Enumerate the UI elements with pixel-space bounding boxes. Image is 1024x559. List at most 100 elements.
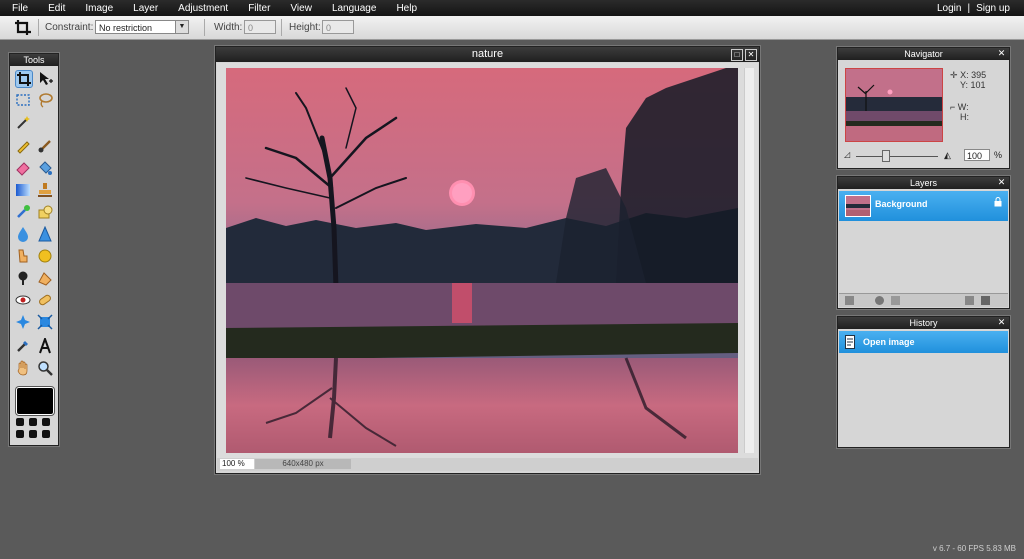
tools-panel: Tools bbox=[9, 53, 59, 446]
options-bar: Constraint: No restriction ▼ Width: 0 He… bbox=[0, 16, 1024, 40]
menu-help[interactable]: Help bbox=[384, 3, 425, 14]
zoom-field[interactable]: 100 % bbox=[220, 459, 254, 469]
swatch-dot bbox=[16, 430, 24, 438]
signup-link[interactable]: Sign up bbox=[976, 3, 1010, 14]
layers-titlebar[interactable]: Layers ✕ bbox=[838, 177, 1009, 189]
color-replace-icon[interactable] bbox=[15, 204, 31, 220]
navigator-thumbnail[interactable] bbox=[845, 68, 943, 142]
dodge-icon[interactable] bbox=[15, 270, 31, 286]
trash-icon[interactable] bbox=[981, 296, 990, 305]
new-layer-icon[interactable] bbox=[965, 296, 974, 305]
canvas-titlebar[interactable]: nature □ ✕ bbox=[216, 47, 759, 62]
layer-thumbnail bbox=[845, 195, 871, 217]
login-link[interactable]: Login bbox=[937, 3, 961, 14]
x-value: 395 bbox=[971, 70, 987, 80]
color-picker-icon[interactable] bbox=[15, 338, 31, 354]
menu-bar: File Edit Image Layer Adjustment Filter … bbox=[0, 0, 1024, 16]
drawing-icon[interactable] bbox=[37, 204, 53, 220]
tools-title: Tools bbox=[10, 54, 58, 66]
spot-heal-icon[interactable] bbox=[37, 292, 53, 308]
vertical-scrollbar[interactable] bbox=[744, 68, 754, 453]
h-label: H: bbox=[960, 112, 969, 122]
menu-layer[interactable]: Layer bbox=[121, 3, 166, 14]
zoom-icon[interactable] bbox=[37, 360, 53, 376]
history-item[interactable]: Open image bbox=[839, 331, 1008, 353]
primary-color-swatch[interactable] bbox=[16, 387, 54, 415]
y-label: Y: bbox=[960, 80, 969, 90]
gradient-icon[interactable] bbox=[15, 182, 31, 198]
zoom-in-icon[interactable]: ◭ bbox=[944, 150, 951, 161]
zoom-slider-handle[interactable] bbox=[882, 150, 890, 162]
lock-icon[interactable] bbox=[994, 197, 1002, 207]
zoom-out-icon[interactable]: ◿ bbox=[844, 150, 850, 159]
height-label: Height: bbox=[289, 22, 321, 33]
history-title: History bbox=[909, 318, 938, 328]
auth-links: Login | Sign up bbox=[931, 0, 1010, 16]
stamp-icon[interactable] bbox=[37, 182, 53, 198]
layers-footer bbox=[839, 293, 1008, 307]
constraint-select[interactable]: No restriction ▼ bbox=[95, 20, 189, 34]
close-icon[interactable]: ✕ bbox=[997, 178, 1006, 187]
menu-edit[interactable]: Edit bbox=[36, 3, 73, 14]
navigator-titlebar[interactable]: Navigator ✕ bbox=[838, 48, 1009, 60]
color-options[interactable] bbox=[16, 418, 54, 440]
zoom-input[interactable]: 100 bbox=[964, 149, 990, 161]
menu-adjustment[interactable]: Adjustment bbox=[166, 3, 236, 14]
zoom-slider-track[interactable] bbox=[856, 156, 938, 157]
crosshair-icon: ✛ bbox=[950, 70, 958, 80]
y-value: 101 bbox=[970, 80, 986, 90]
layer-style-icon[interactable] bbox=[891, 296, 900, 305]
layers-panel: Layers ✕ Background bbox=[837, 176, 1010, 309]
close-icon[interactable]: ✕ bbox=[745, 49, 757, 61]
canvas-area[interactable] bbox=[217, 63, 758, 458]
smudge-icon[interactable] bbox=[15, 248, 31, 264]
brush-icon[interactable] bbox=[37, 138, 53, 154]
menu-filter[interactable]: Filter bbox=[236, 3, 278, 14]
eraser-icon[interactable] bbox=[15, 160, 31, 176]
wand-icon[interactable] bbox=[15, 114, 31, 130]
layer-mask-icon[interactable] bbox=[875, 296, 884, 305]
w-label: W: bbox=[957, 102, 969, 112]
chevron-down-icon[interactable]: ▼ bbox=[175, 21, 188, 33]
layer-row[interactable]: Background bbox=[839, 191, 1008, 221]
history-titlebar[interactable]: History ✕ bbox=[838, 317, 1009, 329]
bucket-icon[interactable] bbox=[37, 160, 53, 176]
close-icon[interactable]: ✕ bbox=[997, 318, 1006, 327]
type-icon[interactable] bbox=[37, 336, 53, 354]
blur-icon[interactable] bbox=[15, 226, 31, 242]
menu-image[interactable]: Image bbox=[73, 3, 121, 14]
history-panel: History ✕ Open image bbox=[837, 316, 1010, 448]
menu-language[interactable]: Language bbox=[320, 3, 385, 14]
width-field[interactable]: 0 bbox=[244, 20, 276, 34]
bloat-icon[interactable] bbox=[15, 314, 31, 330]
image-dimensions: 640x480 px bbox=[255, 459, 351, 469]
layer-name: Background bbox=[875, 199, 928, 209]
maximize-icon[interactable]: □ bbox=[731, 49, 743, 61]
zoom-unit: % bbox=[994, 150, 1003, 160]
height-field[interactable]: 0 bbox=[322, 20, 354, 34]
layers-title: Layers bbox=[909, 178, 937, 188]
redeye-icon[interactable] bbox=[15, 292, 31, 308]
crop-icon[interactable] bbox=[14, 19, 32, 36]
close-icon[interactable]: ✕ bbox=[997, 49, 1006, 58]
hand-icon[interactable] bbox=[15, 360, 31, 376]
performance-stats: v 6.7 - 60 FPS 5.83 MB bbox=[932, 544, 1016, 553]
menu-view[interactable]: View bbox=[278, 3, 320, 14]
document-icon bbox=[845, 335, 855, 349]
move-icon[interactable] bbox=[37, 70, 53, 86]
lasso-icon[interactable] bbox=[37, 92, 53, 108]
crop-icon[interactable] bbox=[15, 70, 33, 88]
pinch-icon[interactable] bbox=[37, 314, 53, 330]
x-label: X: bbox=[960, 70, 969, 80]
sponge-icon[interactable] bbox=[37, 248, 53, 264]
swatch-dot bbox=[29, 418, 37, 426]
sharpen-icon[interactable] bbox=[37, 225, 53, 242]
sunset-photo bbox=[226, 68, 738, 453]
navigator-title: Navigator bbox=[904, 49, 943, 59]
marquee-icon[interactable] bbox=[15, 92, 31, 108]
image-canvas[interactable] bbox=[226, 68, 738, 453]
pencil-icon[interactable] bbox=[15, 138, 31, 154]
layer-settings-icon[interactable] bbox=[845, 296, 854, 305]
menu-file[interactable]: File bbox=[0, 3, 36, 14]
burn-icon[interactable] bbox=[37, 270, 53, 286]
